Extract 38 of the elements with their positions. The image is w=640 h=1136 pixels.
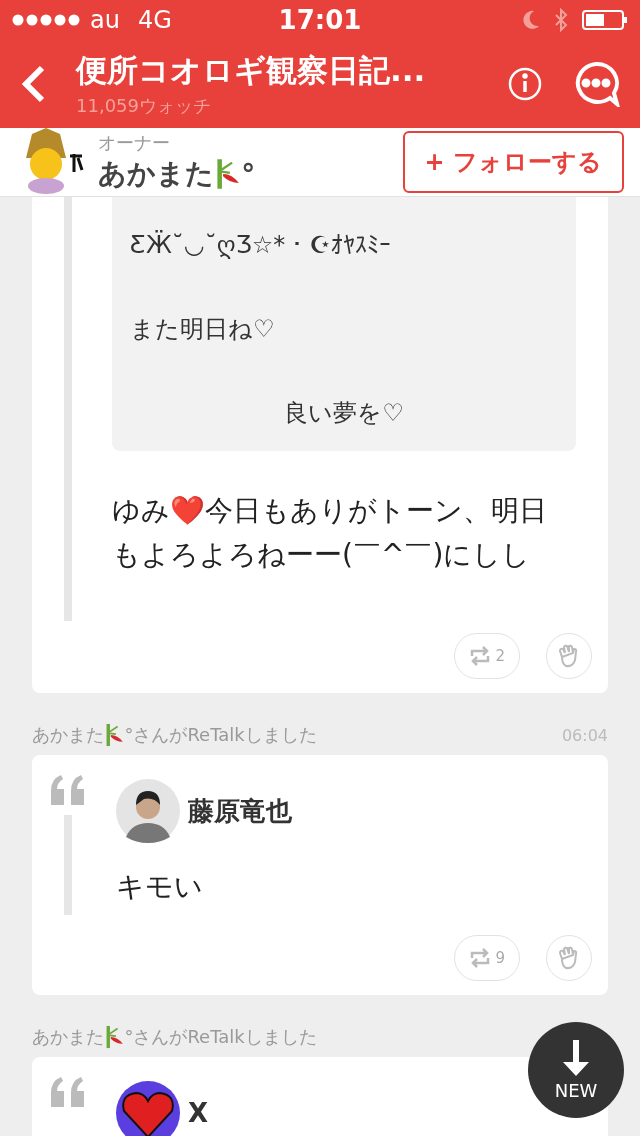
quoted-text: また明日ね♡: [130, 314, 276, 345]
clock: 17:01: [278, 5, 362, 35]
bluetooth-icon: [554, 8, 568, 32]
retalk-button[interactable]: 2: [454, 633, 520, 679]
carrier: au: [90, 6, 120, 34]
follow-button[interactable]: + フォローする: [402, 131, 624, 193]
quote-mark-icon: [49, 1077, 87, 1107]
owner-name: あかまた: [98, 156, 214, 192]
retalker-name: あかまた: [32, 1025, 104, 1049]
repost-icon: [469, 645, 492, 667]
post-text: ゆみ❤今日もありがトーン、明日もよろよろねーー(￣^￣)にしし: [112, 493, 548, 573]
down-arrow-icon: [561, 1039, 591, 1076]
bamboo-chili-icon: [104, 1025, 125, 1049]
retalk-button[interactable]: 9: [454, 935, 520, 981]
retalk-notice: °さんがReTalkしました: [124, 723, 317, 747]
back-button[interactable]: [20, 64, 46, 104]
post-text: キモい: [116, 869, 204, 905]
owner-label: オーナー: [98, 131, 171, 155]
author-name: 藤原竜也: [188, 794, 292, 828]
battery-icon: [582, 10, 628, 30]
network-type: 4G: [137, 6, 172, 34]
avatar: [116, 779, 180, 843]
bamboo-chili-icon: [104, 723, 125, 747]
signal-icon: [12, 14, 82, 26]
quoted-text: 良い夢を♡: [283, 398, 405, 429]
watch-count: 11,059ウォッチ: [76, 94, 212, 118]
avatar: [116, 1081, 180, 1136]
retalk-notice: °さんがReTalkしました: [124, 1025, 317, 1049]
quoted-text: ƸӜ˘◡˘ღƷ☆*・☪ｵﾔｽﾐｰ: [130, 229, 392, 261]
thread-title: 便所コオロギ観察日記...: [76, 51, 427, 90]
moon-icon: [522, 10, 540, 30]
info-button[interactable]: [508, 67, 542, 101]
quote-mark-icon: [49, 775, 87, 805]
repost-icon: [469, 947, 492, 969]
new-posts-button[interactable]: NEW: [528, 1022, 624, 1118]
retalker-name: あかまた: [32, 723, 104, 747]
owner-name-suffix: °: [241, 157, 256, 191]
author-name: X: [188, 1098, 209, 1128]
